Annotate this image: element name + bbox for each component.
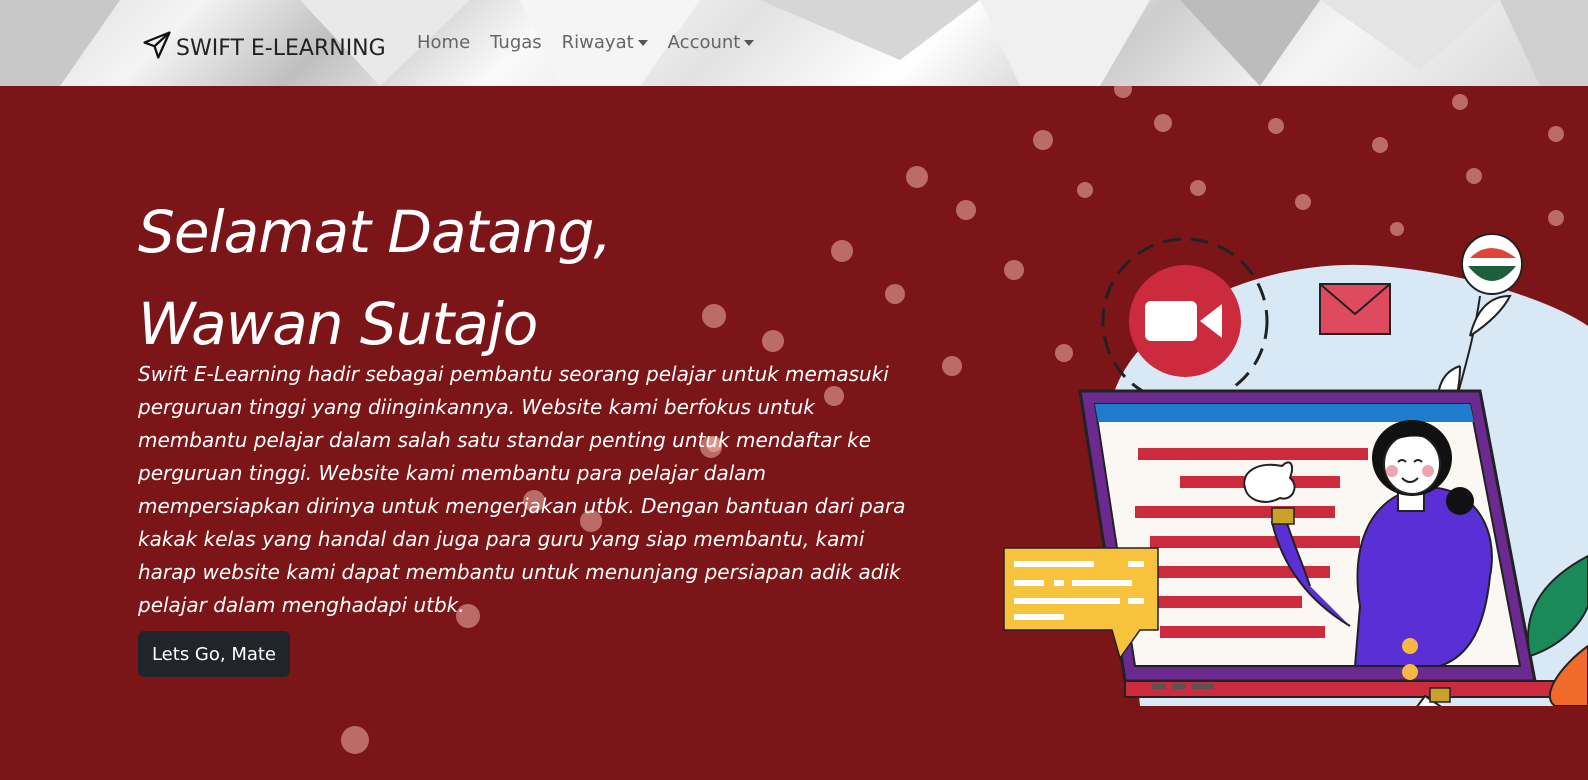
greeting-line: Selamat Datang, <box>138 198 612 266</box>
user-name: Wawan Sutajo <box>138 290 538 358</box>
hero-illustration <box>1003 233 1588 706</box>
cta-button[interactable]: Lets Go, Mate <box>138 631 290 677</box>
hero-section: Selamat Datang, Wawan Sutajo Swift E-Lea… <box>0 86 1588 780</box>
nav-tugas[interactable]: Tugas <box>490 32 542 53</box>
brand-label: SWIFT E-LEARNING <box>176 35 386 61</box>
nav-links: Home Tugas Riwayat Account <box>417 32 755 53</box>
nav-account-label: Account <box>667 32 741 53</box>
nav-riwayat-label: Riwayat <box>561 32 634 53</box>
envelope-icon <box>1319 283 1391 335</box>
nav-home[interactable]: Home <box>417 32 470 53</box>
hero-title: Selamat Datang, Wawan Sutajo <box>138 186 612 370</box>
nav-tugas-label: Tugas <box>490 32 542 53</box>
nav-account-dropdown[interactable]: Account <box>668 32 755 53</box>
navbar: SWIFT E-LEARNING Home Tugas Riwayat Acco… <box>0 0 1588 86</box>
caret-down-icon <box>637 39 648 46</box>
paper-plane-icon <box>142 30 176 66</box>
brand-link[interactable]: SWIFT E-LEARNING <box>142 30 386 66</box>
nav-riwayat-dropdown[interactable]: Riwayat <box>562 32 648 53</box>
nav-home-label: Home <box>417 32 471 53</box>
caret-down-icon <box>744 39 755 46</box>
hero-description: Swift E-Learning hadir sebagai pembantu … <box>138 362 906 617</box>
